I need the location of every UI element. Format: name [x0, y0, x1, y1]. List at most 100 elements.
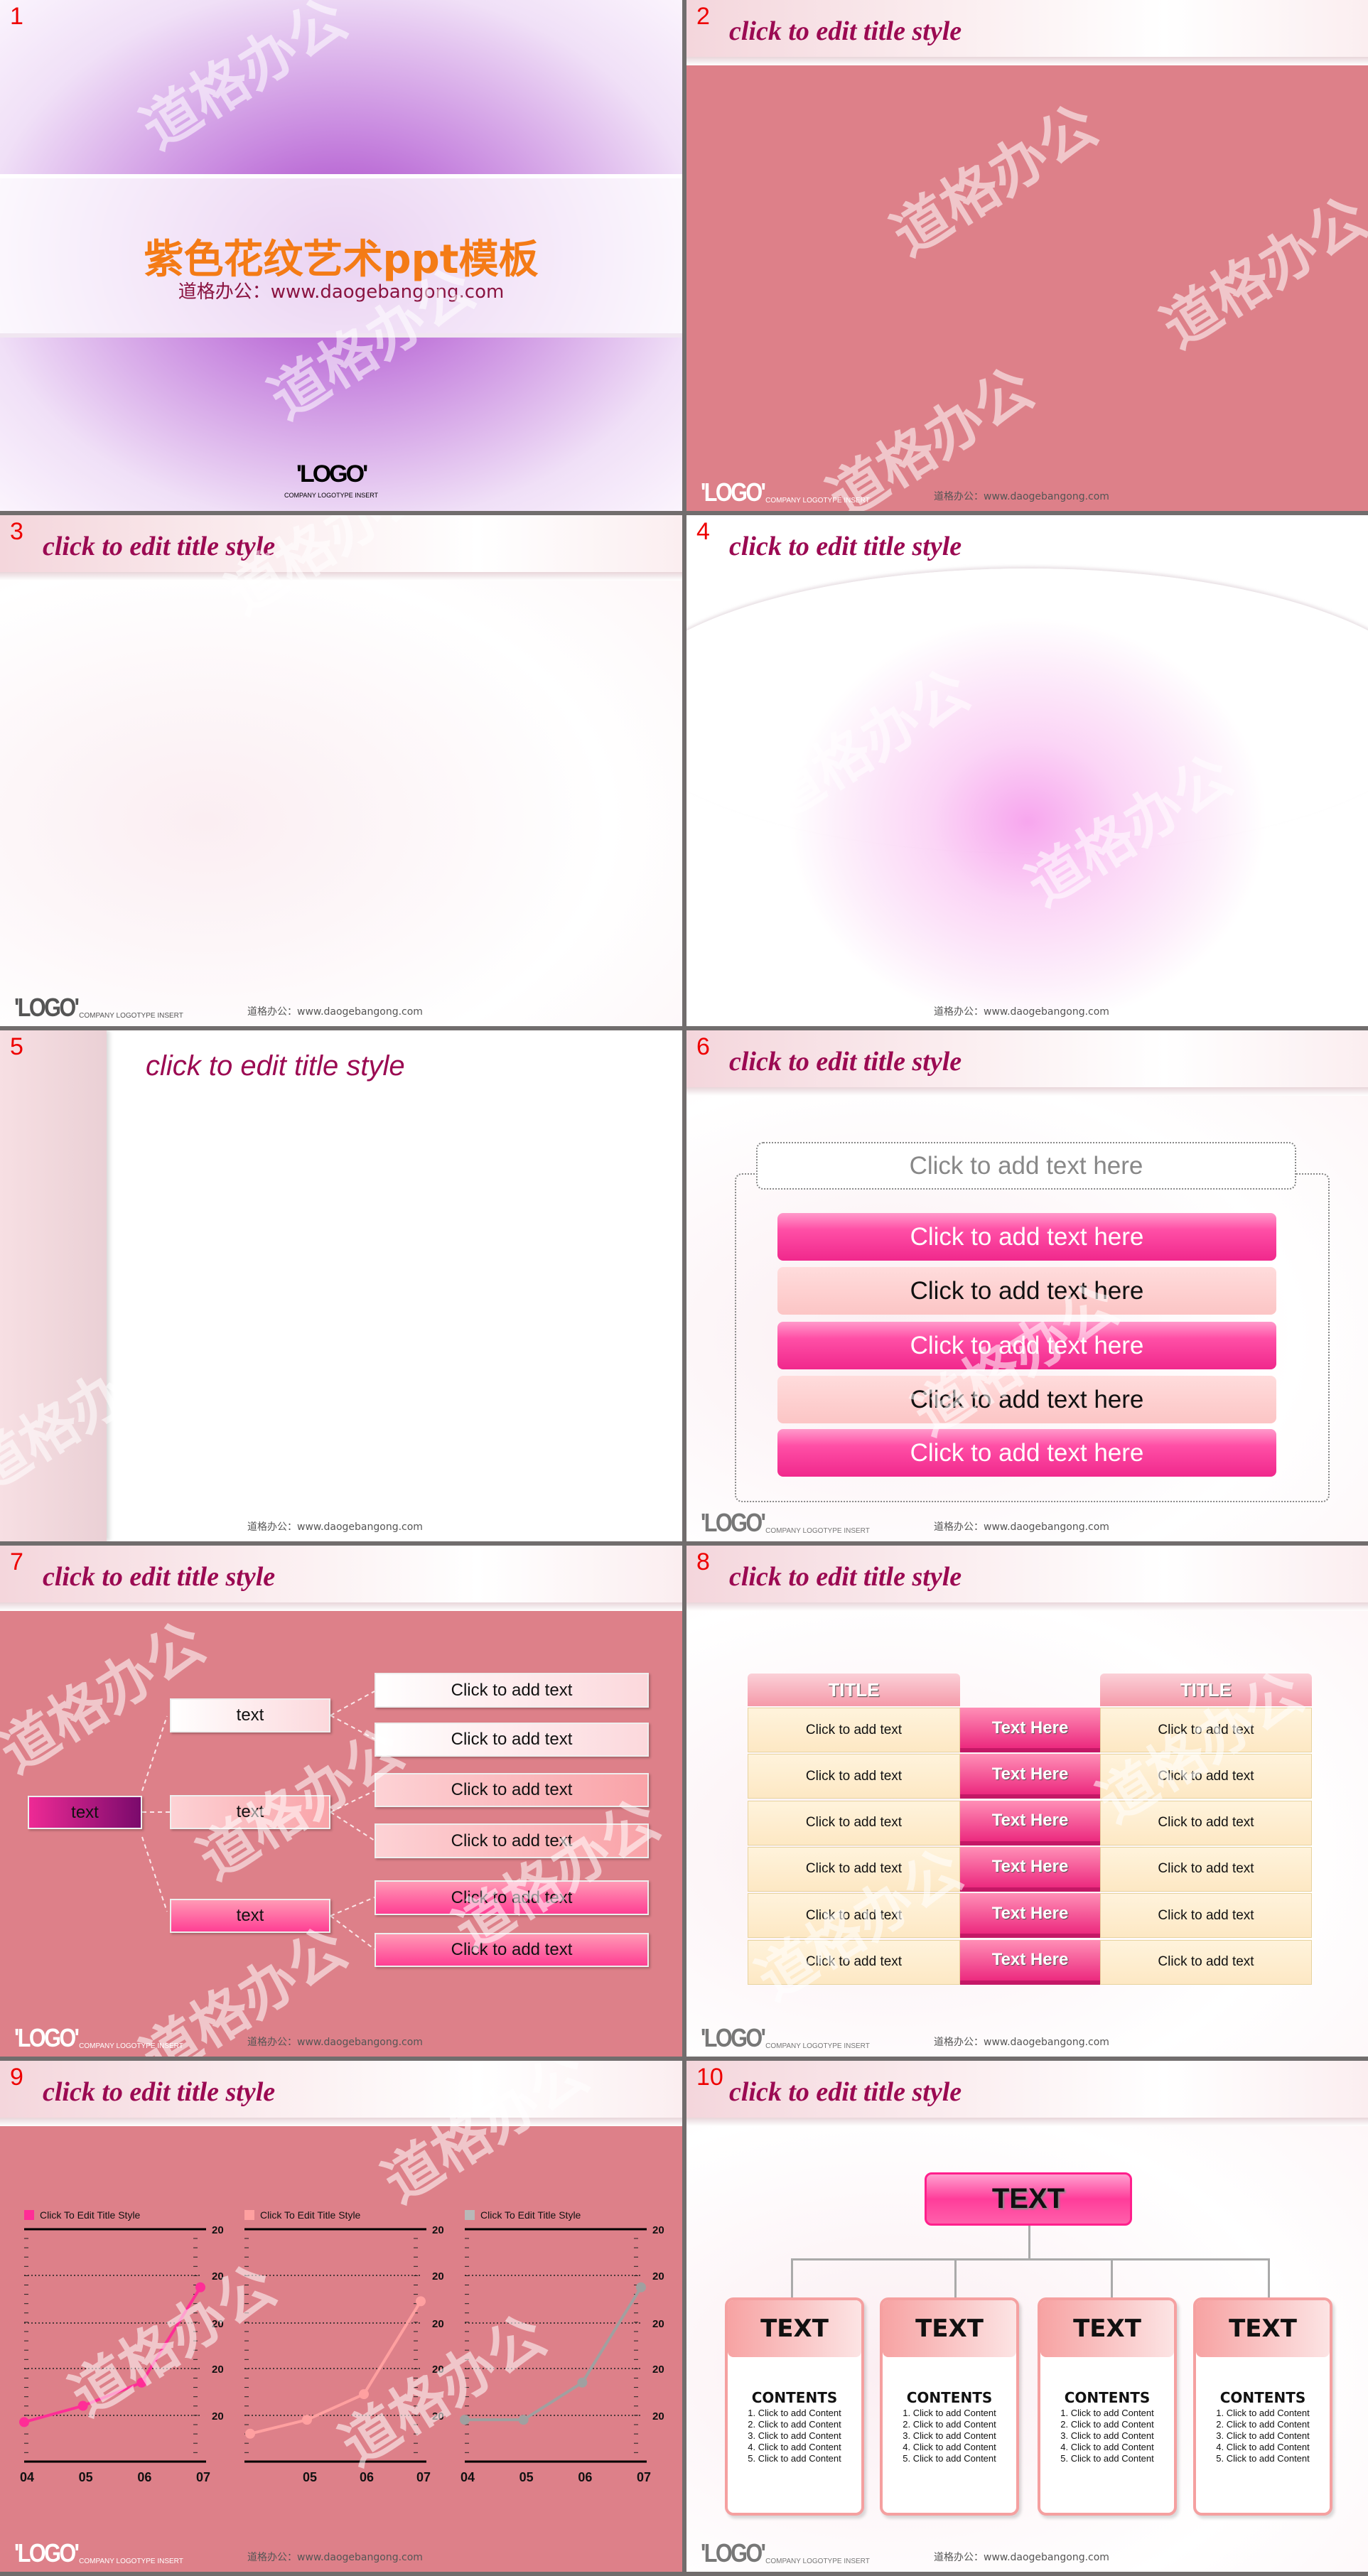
- table-row-label[interactable]: Text Here: [960, 1800, 1100, 1845]
- card-list-item[interactable]: 4. Click to add Content: [728, 2442, 861, 2453]
- table-header-left: TITLE: [748, 1674, 960, 1706]
- slide-7[interactable]: 7 click to edit title style text text te…: [0, 1546, 682, 2057]
- slide-number: 3: [10, 518, 23, 545]
- card-list-item[interactable]: 2. Click to add Content: [1196, 2419, 1330, 2430]
- slide-title[interactable]: click to edit title style: [43, 2076, 275, 2108]
- leaf-node[interactable]: Click to add text: [375, 1673, 649, 1708]
- slide-title[interactable]: click to edit title style: [729, 1561, 962, 1593]
- table-cell[interactable]: Click to add text: [1100, 1708, 1312, 1752]
- branch-node[interactable]: text: [170, 1698, 330, 1732]
- table-cell[interactable]: Click to add text: [1100, 1846, 1312, 1892]
- table-cell[interactable]: Click to add text: [748, 1939, 960, 1985]
- slide-number: 4: [696, 518, 710, 545]
- slide-3[interactable]: 3 click to edit title style 'LOGO' COMPAN…: [0, 515, 682, 1026]
- leaf-node[interactable]: Click to add text: [375, 1880, 649, 1915]
- card-list-item[interactable]: 2. Click to add Content: [728, 2419, 861, 2430]
- slide-6[interactable]: 6 click to edit title style Click to add…: [686, 1030, 1368, 1541]
- org-card[interactable]: TEXT CONTENTS 1. Click to add Content 2. Cl…: [1038, 2297, 1177, 2516]
- card-list-item[interactable]: 1. Click to add Content: [728, 2408, 861, 2419]
- slide-title[interactable]: click to edit title style: [43, 531, 275, 562]
- card-list: 1. Click to add Content 2. Click to add C…: [1040, 2408, 1174, 2464]
- card-list-item[interactable]: 4. Click to add Content: [1040, 2442, 1174, 2453]
- slide-title[interactable]: click to edit title style: [729, 2076, 962, 2108]
- list-bar[interactable]: Click to add text here: [777, 1322, 1276, 1369]
- table-cell[interactable]: Click to add text: [748, 1708, 960, 1752]
- table-cell[interactable]: Click to add text: [748, 1846, 960, 1892]
- table-cell[interactable]: Click to add text: [748, 1800, 960, 1845]
- list-bar[interactable]: Click to add text here: [777, 1376, 1276, 1423]
- connector-line: [1028, 2226, 1030, 2258]
- card-list-item[interactable]: 3. Click to add Content: [883, 2430, 1016, 2442]
- card-list-item[interactable]: 5. Click to add Content: [728, 2453, 861, 2464]
- slide-number: 2: [696, 3, 710, 30]
- card-list-item[interactable]: 4. Click to add Content: [1196, 2442, 1330, 2453]
- logo-subtext: COMPANY LOGOTYPE INSERT: [765, 497, 870, 505]
- slide-title[interactable]: click to edit title style: [729, 16, 962, 47]
- table-cell[interactable]: Click to add text: [1100, 1754, 1312, 1799]
- presentation-subtitle: 道格办公：www.daogebangong.com: [178, 281, 505, 303]
- list-bar[interactable]: Click to add text here: [777, 1429, 1276, 1477]
- table-row-label[interactable]: Text Here: [960, 1893, 1100, 1939]
- table-row-label[interactable]: Text Here: [960, 1708, 1100, 1752]
- logo-subtext: COMPANY LOGOTYPE INSERT: [284, 492, 379, 499]
- branch-node[interactable]: text: [170, 1795, 330, 1829]
- card-heading: CONTENTS: [751, 2389, 838, 2406]
- slide-5[interactable]: 5 click to edit title style 道格办公：www.dao…: [0, 1030, 682, 1541]
- card-list-item[interactable]: 3. Click to add Content: [1040, 2430, 1174, 2442]
- footer-url: 道格办公：www.daogebangong.com: [934, 1006, 1109, 1018]
- table-row-label[interactable]: Text Here: [960, 1939, 1100, 1985]
- leaf-node[interactable]: Click to add text: [375, 1773, 649, 1807]
- slide-10[interactable]: 10 click to edit title style TEXT TEXT CO…: [686, 2061, 1368, 2572]
- leaf-node[interactable]: Click to add text: [375, 1823, 649, 1858]
- slide-title[interactable]: click to edit title style: [146, 1050, 405, 1082]
- leaf-node[interactable]: Click to add text: [375, 1723, 649, 1757]
- table-cell[interactable]: Click to add text: [1100, 1939, 1312, 1985]
- header-divider: [686, 2118, 1368, 2126]
- org-card[interactable]: TEXT CONTENTS 1. Click to add Content 2. Cl…: [880, 2297, 1019, 2516]
- card-list-item[interactable]: 2. Click to add Content: [1040, 2419, 1174, 2430]
- card-list-item[interactable]: 2. Click to add Content: [883, 2419, 1016, 2430]
- org-card[interactable]: TEXT CONTENTS 1. Click to add Content 2. Cl…: [725, 2297, 864, 2516]
- table-cell[interactable]: Click to add text: [748, 1754, 960, 1799]
- series-line: [249, 2300, 422, 2435]
- slide-9[interactable]: 9 click to edit title style Click To Edi…: [0, 2061, 682, 2572]
- content-area: [686, 65, 1368, 511]
- slide-4[interactable]: 4 click to edit title style 道格办公：www.dao…: [686, 515, 1368, 1026]
- x-tick-label: 06: [578, 2470, 592, 2484]
- org-card[interactable]: TEXT CONTENTS 1. Click to add Content 2. Cl…: [1193, 2297, 1332, 2516]
- text-placeholder[interactable]: Click to add text here: [756, 1142, 1296, 1190]
- card-list-item[interactable]: 5. Click to add Content: [1196, 2453, 1330, 2464]
- slide-8[interactable]: 8 click to edit title style TITLE TITLE …: [686, 1546, 1368, 2057]
- footer-url: 道格办公：www.daogebangong.com: [247, 1006, 423, 1018]
- connector-line: [791, 2258, 1270, 2260]
- card-list-item[interactable]: 4. Click to add Content: [883, 2442, 1016, 2453]
- connector-line: [1111, 2258, 1113, 2298]
- table-cell[interactable]: Click to add text: [1100, 1800, 1312, 1845]
- y-tick-label: 20: [652, 2270, 664, 2283]
- card-list-item[interactable]: 1. Click to add Content: [883, 2408, 1016, 2419]
- leaf-node[interactable]: Click to add text: [375, 1933, 649, 1967]
- branch-node[interactable]: text: [170, 1899, 330, 1933]
- table-row-label[interactable]: Text Here: [960, 1846, 1100, 1892]
- list-bar[interactable]: Click to add text here: [777, 1213, 1276, 1261]
- slide-title[interactable]: click to edit title style: [729, 531, 962, 562]
- card-list-item[interactable]: 1. Click to add Content: [1196, 2408, 1330, 2419]
- slide-title[interactable]: click to edit title style: [729, 1046, 962, 1077]
- logo: 'LOGO' COMPANY LOGOTYPE INSERT: [14, 993, 183, 1023]
- card-list-item[interactable]: 5. Click to add Content: [1040, 2453, 1174, 2464]
- table-row-label[interactable]: Text Here: [960, 1754, 1100, 1799]
- footer-url: 道格办公：www.daogebangong.com: [934, 2552, 1109, 2563]
- slide-1[interactable]: 1 紫色花纹艺术ppt模板 道格办公：www.daogebangong.com …: [0, 0, 682, 511]
- card-list-item[interactable]: 3. Click to add Content: [1196, 2430, 1330, 2442]
- card-list-item[interactable]: 1. Click to add Content: [1040, 2408, 1174, 2419]
- root-node[interactable]: text: [28, 1796, 142, 1829]
- data-point: [245, 2428, 255, 2439]
- card-list-item[interactable]: 5. Click to add Content: [883, 2453, 1016, 2464]
- org-root-node[interactable]: TEXT: [925, 2172, 1132, 2226]
- table-cell[interactable]: Click to add text: [1100, 1893, 1312, 1939]
- card-list-item[interactable]: 3. Click to add Content: [728, 2430, 861, 2442]
- slide-2[interactable]: 2 click to edit title style 'LOGO' COMPAN…: [686, 0, 1368, 511]
- table-cell[interactable]: Click to add text: [748, 1893, 960, 1939]
- slide-title[interactable]: click to edit title style: [43, 1561, 275, 1593]
- list-bar[interactable]: Click to add text here: [777, 1267, 1276, 1315]
